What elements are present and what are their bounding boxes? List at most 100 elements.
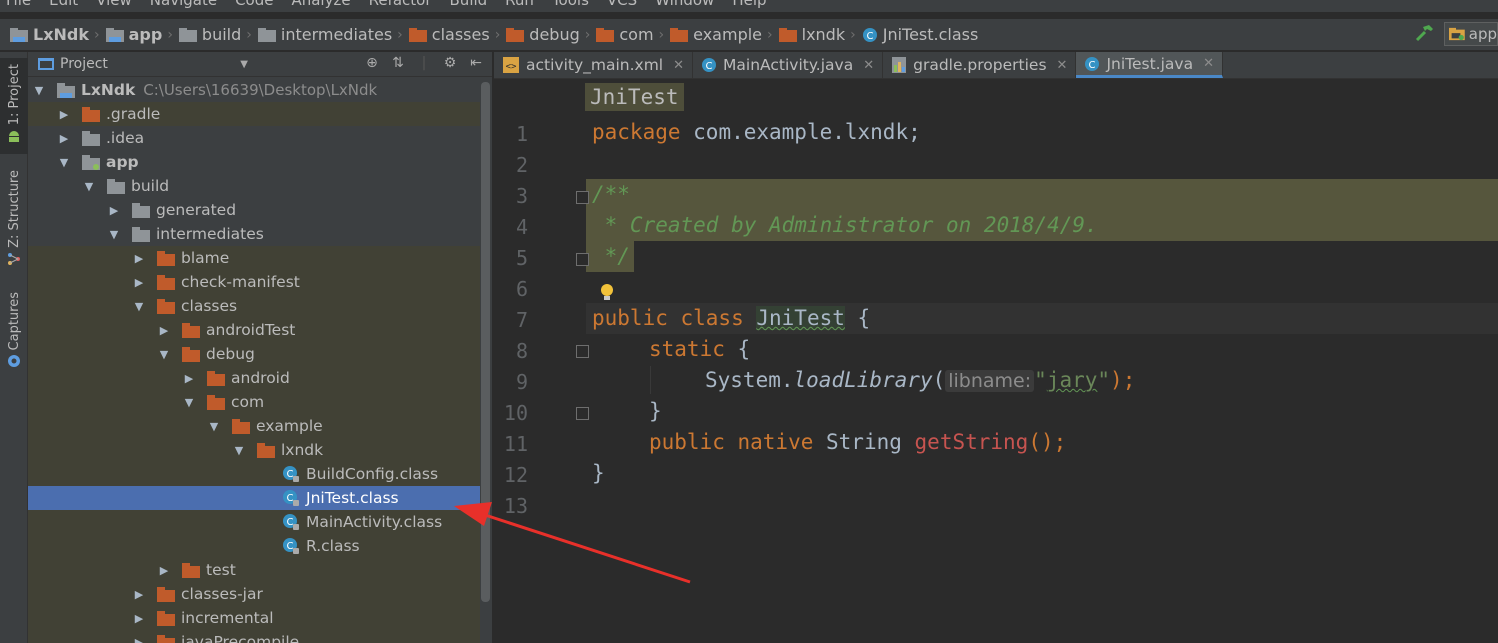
menu-item-window[interactable]: Window — [655, 0, 714, 12]
menu-item-edit[interactable]: Edit — [49, 0, 78, 12]
fold-marker-icon[interactable] — [576, 253, 589, 266]
tree-node[interactable]: ▶ generated — [28, 198, 480, 222]
breadcrumb-item[interactable]: intermediates — [257, 19, 392, 51]
expand-arrow-closed-icon[interactable]: ▶ — [157, 324, 171, 337]
close-tab-icon[interactable]: ✕ — [1057, 58, 1068, 73]
editor-tab[interactable]: C MainActivity.java ✕ — [693, 52, 884, 78]
close-tab-icon[interactable]: ✕ — [673, 58, 684, 73]
expand-arrow-open-icon[interactable]: ▼ — [132, 300, 146, 313]
menu-item-tools[interactable]: Tools — [552, 0, 589, 12]
breadcrumb-item[interactable]: build — [178, 19, 241, 51]
run-configuration-selector[interactable]: app — [1444, 22, 1498, 46]
editor-tab[interactable]: <> activity_main.xml ✕ — [494, 52, 694, 78]
settings-gear-icon[interactable]: ⚙ — [442, 55, 458, 71]
breadcrumb-item[interactable]: debug — [506, 19, 580, 51]
expand-arrow-closed-icon[interactable]: ▶ — [132, 588, 146, 601]
breadcrumb-item[interactable]: app — [105, 19, 162, 51]
tree-node[interactable]: ▶CJniTest.class — [28, 486, 480, 510]
menu-item-vcs[interactable]: VCS — [607, 0, 637, 12]
expand-arrow-open-icon[interactable]: ▼ — [182, 396, 196, 409]
expand-arrow-closed-icon[interactable]: ▶ — [107, 204, 121, 217]
tree-node[interactable]: ▶ check-manifest — [28, 270, 480, 294]
menu-item-build[interactable]: Build — [450, 0, 488, 12]
hide-panel-icon[interactable]: ⇤ — [468, 55, 484, 71]
menu-item-run[interactable]: Run — [505, 0, 534, 12]
close-tab-icon[interactable]: ✕ — [863, 58, 874, 73]
expand-arrow-open-icon[interactable]: ▼ — [157, 348, 171, 361]
breadcrumb-item[interactable]: com — [596, 19, 654, 51]
menu-item-code[interactable]: Code — [235, 0, 273, 12]
editor-tab[interactable]: C JniTest.java ✕ — [1076, 52, 1223, 78]
expand-arrow-closed-icon[interactable]: ▶ — [132, 276, 146, 289]
fold-marker-icon[interactable] — [576, 407, 589, 420]
menu-item-analyze[interactable]: Analyze — [291, 0, 350, 12]
close-tab-icon[interactable]: ✕ — [1203, 56, 1214, 71]
collapse-all-icon[interactable]: ⇅ — [390, 55, 406, 71]
paren: ( — [932, 368, 946, 392]
tree-node[interactable]: ▼ build — [28, 174, 480, 198]
tree-node[interactable]: ▶CMainActivity.class — [28, 510, 480, 534]
project-view-selector[interactable]: Project ▼ — [38, 56, 248, 72]
menu-item-file[interactable]: File — [6, 0, 31, 12]
tree-node[interactable]: ▶ blame — [28, 246, 480, 270]
tree-node[interactable]: ▼ LxNdk C:\Users\16639\Desktop\LxNdk — [28, 78, 480, 102]
tree-node[interactable]: ▼ debug — [28, 342, 480, 366]
breadcrumb-item[interactable]: lxndk — [778, 19, 845, 51]
tree-node[interactable]: ▶ .idea — [28, 126, 480, 150]
folder-icon — [178, 27, 197, 42]
locate-target-icon[interactable]: ⊕ — [364, 55, 380, 71]
fold-marker-icon[interactable] — [576, 345, 589, 358]
tree-node[interactable]: ▶ incremental — [28, 606, 480, 630]
editor-tab[interactable]: gradle.properties ✕ — [883, 52, 1077, 78]
breadcrumb-item[interactable]: C JniTest.class — [862, 19, 978, 51]
fold-marker-icon[interactable] — [576, 191, 589, 204]
expand-arrow-open-icon[interactable]: ▼ — [107, 228, 121, 241]
expand-arrow-closed-icon[interactable]: ▶ — [132, 252, 146, 265]
tree-node[interactable]: ▶ android — [28, 366, 480, 390]
expand-arrow-closed-icon[interactable]: ▶ — [57, 132, 71, 145]
tool-tab-structure[interactable]: Z: Structure — [0, 170, 28, 270]
menu-item-navigate[interactable]: Navigate — [150, 0, 217, 12]
tree-node[interactable]: ▼ lxndk — [28, 438, 480, 462]
expand-arrow-closed-icon[interactable]: ▶ — [157, 564, 171, 577]
tree-node[interactable]: ▶ .gradle — [28, 102, 480, 126]
tree-node[interactable]: ▶ test — [28, 558, 480, 582]
expand-arrow-open-icon[interactable]: ▼ — [207, 420, 221, 433]
expand-arrow-closed-icon[interactable]: ▶ — [132, 636, 146, 643]
tree-node[interactable]: ▼ app — [28, 150, 480, 174]
expand-arrow-closed-icon[interactable]: ▶ — [182, 372, 196, 385]
tree-node-label: classes-jar — [181, 585, 263, 603]
build-hammer-icon[interactable] — [1414, 22, 1436, 44]
menu-item-view[interactable]: View — [96, 0, 132, 12]
tree-node[interactable]: ▶ androidTest — [28, 318, 480, 342]
breadcrumb-label: LxNdk — [33, 25, 89, 44]
tree-node[interactable]: ▼ com — [28, 390, 480, 414]
tree-node[interactable]: ▼ example — [28, 414, 480, 438]
tool-tab-project[interactable]: 1: Project — [0, 58, 28, 154]
class-icon: C — [1085, 56, 1100, 71]
tree-node[interactable]: ▶CR.class — [28, 534, 480, 558]
tree-node[interactable]: ▼ intermediates — [28, 222, 480, 246]
tree-node[interactable]: ▶CBuildConfig.class — [28, 462, 480, 486]
breadcrumb-item[interactable]: classes — [408, 19, 490, 51]
tree-node[interactable]: ▶ javaPrecompile — [28, 630, 480, 643]
breadcrumb-item[interactable]: LxNdk — [10, 19, 89, 51]
breadcrumb-item[interactable]: example — [670, 19, 762, 51]
expand-arrow-closed-icon[interactable]: ▶ — [132, 612, 146, 625]
expand-arrow-open-icon[interactable]: ▼ — [32, 84, 46, 97]
tree-node[interactable]: ▼ classes — [28, 294, 480, 318]
expand-arrow-open-icon[interactable]: ▼ — [82, 180, 96, 193]
lightbulb-icon[interactable] — [600, 283, 614, 303]
tree-node-label: .gradle — [106, 105, 161, 123]
expand-arrow-open-icon[interactable]: ▼ — [57, 156, 71, 169]
menu-item-refactor[interactable]: Refactor — [369, 0, 432, 12]
tree-node[interactable]: ▶ classes-jar — [28, 582, 480, 606]
tool-tab-structure-label: Z: Structure — [6, 170, 22, 248]
tree-node-label: androidTest — [206, 321, 296, 339]
toolbar-divider: | — [421, 55, 427, 71]
class-file-icon: C — [283, 466, 299, 482]
tool-tab-captures[interactable]: Captures — [0, 292, 28, 376]
expand-arrow-open-icon[interactable]: ▼ — [232, 444, 246, 457]
expand-arrow-closed-icon[interactable]: ▶ — [57, 108, 71, 121]
menu-item-help[interactable]: Help — [732, 0, 766, 12]
